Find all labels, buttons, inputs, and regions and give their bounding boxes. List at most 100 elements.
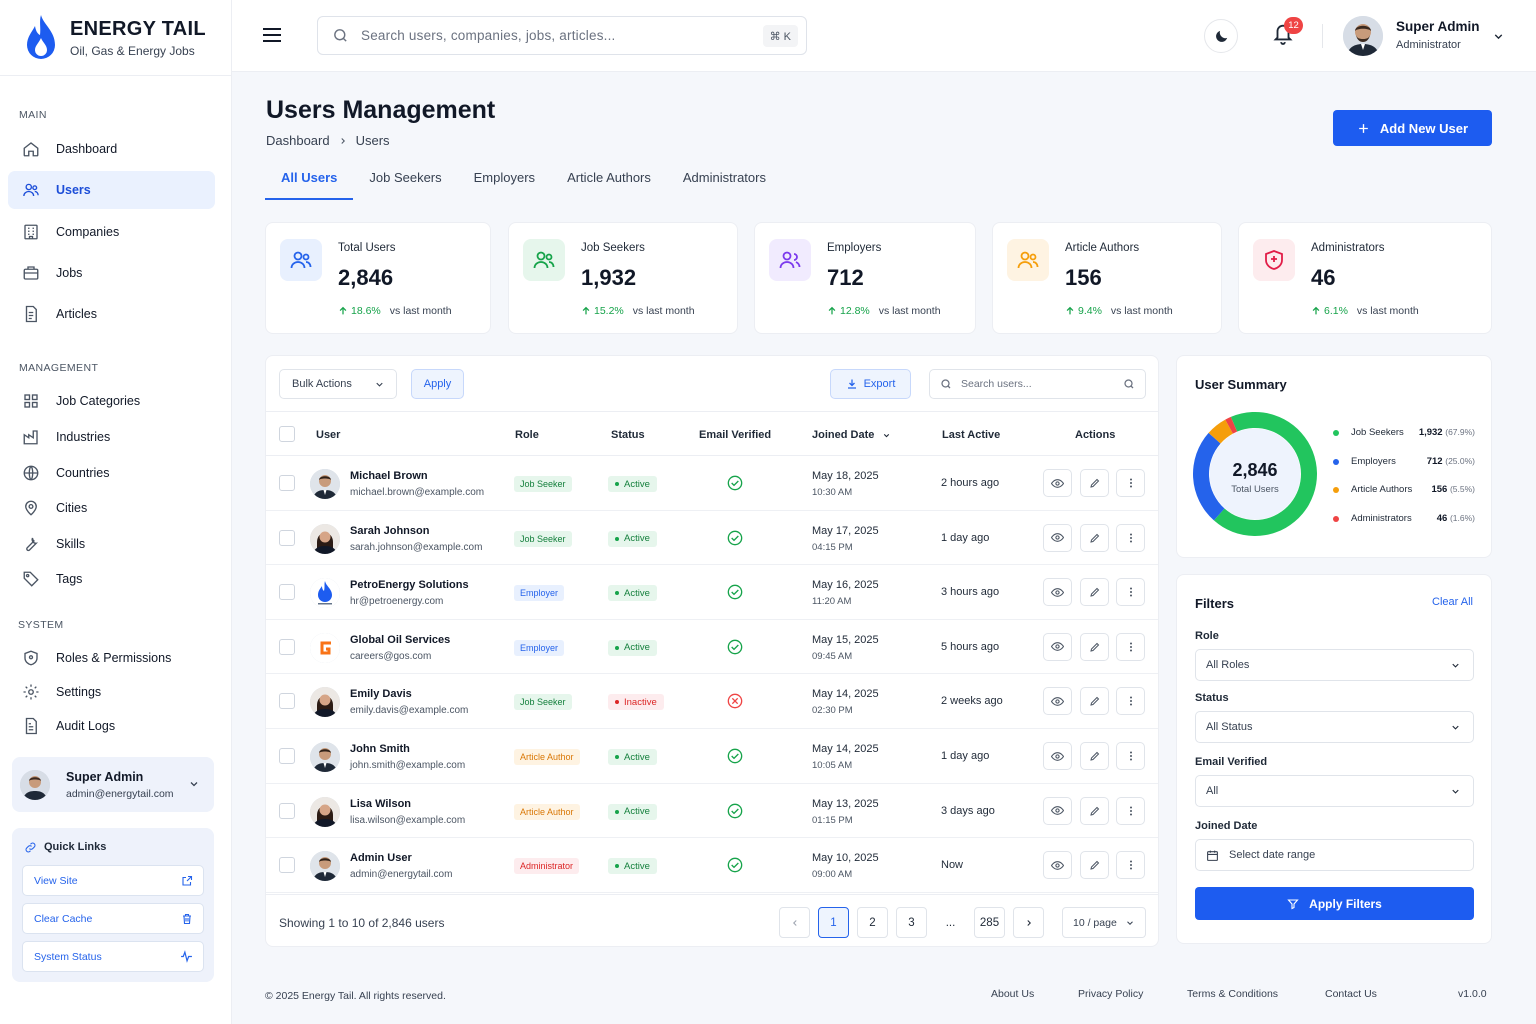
system-status-button[interactable]: System Status — [22, 941, 204, 972]
table-search-input[interactable]: Search users... — [929, 369, 1146, 399]
view-button[interactable] — [1043, 469, 1072, 497]
search-input[interactable]: Search users, companies, jobs, articles.… — [361, 28, 616, 43]
more-button[interactable] — [1116, 687, 1145, 716]
brand[interactable]: ENERGY TAIL Oil, Gas & Energy Jobs — [0, 0, 231, 76]
per-page-select[interactable]: 10 / page — [1062, 907, 1146, 938]
more-button[interactable] — [1116, 469, 1145, 497]
col-email-verified[interactable]: Email Verified — [699, 429, 771, 441]
more-button[interactable] — [1116, 578, 1145, 607]
user-name[interactable]: Lisa Wilson — [350, 798, 411, 810]
select-all-checkbox[interactable] — [279, 426, 295, 442]
row-checkbox[interactable] — [279, 857, 295, 874]
edit-button[interactable] — [1080, 632, 1109, 661]
view-button[interactable] — [1043, 687, 1072, 716]
page-3-button[interactable]: 3 — [896, 907, 927, 938]
export-button[interactable]: Export — [830, 369, 911, 399]
more-button[interactable] — [1116, 742, 1145, 770]
edit-button[interactable] — [1080, 742, 1109, 770]
row-checkbox[interactable] — [279, 693, 295, 710]
tab-all-users[interactable]: All Users — [265, 162, 354, 200]
user-name[interactable]: Global Oil Services — [350, 634, 450, 646]
row-checkbox[interactable] — [279, 802, 295, 819]
footer-link-terms[interactable]: Terms & Conditions — [1187, 988, 1278, 1000]
clear-cache-button[interactable]: Clear Cache — [22, 903, 204, 934]
user-name[interactable]: Emily Davis — [350, 688, 412, 700]
breadcrumb-dashboard[interactable]: Dashboard — [266, 133, 330, 148]
menu-icon[interactable] — [262, 26, 282, 44]
view-button[interactable] — [1043, 851, 1072, 880]
role-filter-select[interactable]: All Roles — [1195, 649, 1474, 681]
tab-employers[interactable]: Employers — [458, 162, 551, 200]
sidebar-item-countries[interactable]: Countries — [8, 454, 215, 492]
view-button[interactable] — [1043, 742, 1072, 770]
avatar[interactable] — [1343, 16, 1383, 56]
view-button[interactable] — [1043, 578, 1072, 607]
page-last-button[interactable]: 285 — [974, 907, 1005, 938]
row-checkbox[interactable] — [279, 638, 295, 655]
sidebar-item-jobs[interactable]: Jobs — [8, 254, 215, 292]
bulk-actions-select[interactable]: Bulk Actions — [279, 369, 397, 399]
sidebar-item-industries[interactable]: Industries — [8, 418, 215, 456]
view-site-button[interactable]: View Site — [22, 865, 204, 896]
footer-link-contact[interactable]: Contact Us — [1325, 988, 1377, 1000]
page-1-button[interactable]: 1 — [818, 907, 849, 938]
chevron-down-icon[interactable] — [1492, 30, 1505, 43]
user-name[interactable]: Admin User — [350, 852, 412, 864]
tab-article-authors[interactable]: Article Authors — [551, 162, 667, 200]
more-button[interactable] — [1116, 523, 1145, 552]
email-filter-select[interactable]: All — [1195, 775, 1474, 807]
sidebar-item-users[interactable]: Users — [8, 171, 215, 209]
date-range-input[interactable]: Select date range — [1195, 839, 1474, 871]
sidebar-item-roles-permissions[interactable]: Roles & Permissions — [8, 639, 215, 677]
more-button[interactable] — [1116, 632, 1145, 661]
sidebar-item-cities[interactable]: Cities — [8, 489, 215, 527]
status-filter-select[interactable]: All Status — [1195, 711, 1474, 743]
edit-button[interactable] — [1080, 469, 1109, 497]
chevron-down-icon[interactable] — [188, 778, 200, 790]
edit-button[interactable] — [1080, 796, 1109, 825]
clear-all-link[interactable]: Clear All — [1432, 596, 1473, 608]
apply-filters-button[interactable]: Apply Filters — [1195, 887, 1474, 920]
view-button[interactable] — [1043, 632, 1072, 661]
sidebar-item-settings[interactable]: Settings — [8, 673, 215, 711]
edit-button[interactable] — [1080, 851, 1109, 880]
row-checkbox[interactable] — [279, 748, 295, 764]
col-status[interactable]: Status — [611, 429, 645, 441]
user-name[interactable]: Michael Brown — [350, 470, 428, 482]
user-name[interactable]: Sarah Johnson — [350, 525, 429, 537]
user-name[interactable]: PetroEnergy Solutions — [350, 579, 469, 591]
more-button[interactable] — [1116, 796, 1145, 825]
sidebar-item-companies[interactable]: Companies — [8, 213, 215, 251]
col-role[interactable]: Role — [515, 429, 539, 441]
col-user[interactable]: User — [316, 429, 340, 441]
sidebar-item-articles[interactable]: Articles — [8, 295, 215, 333]
sidebar-item-audit-logs[interactable]: Audit Logs — [8, 707, 215, 745]
footer-link-about[interactable]: About Us — [991, 988, 1034, 1000]
view-button[interactable] — [1043, 523, 1072, 552]
user-name[interactable]: John Smith — [350, 743, 410, 755]
bulk-apply-button[interactable]: Apply — [411, 369, 464, 399]
global-search[interactable]: Search users, companies, jobs, articles.… — [317, 16, 807, 55]
row-checkbox[interactable] — [279, 529, 295, 546]
prev-page-button[interactable] — [779, 907, 810, 938]
sidebar-item-job-categories[interactable]: Job Categories — [8, 382, 215, 420]
col-last-active[interactable]: Last Active — [942, 429, 1000, 441]
edit-button[interactable] — [1080, 578, 1109, 607]
edit-button[interactable] — [1080, 687, 1109, 716]
tab-job-seekers[interactable]: Job Seekers — [353, 162, 457, 200]
view-button[interactable] — [1043, 796, 1072, 825]
theme-toggle-button[interactable] — [1204, 19, 1238, 53]
next-page-button[interactable] — [1013, 907, 1044, 938]
footer-link-privacy[interactable]: Privacy Policy — [1078, 988, 1143, 1000]
row-checkbox[interactable] — [279, 475, 295, 491]
sidebar-user-card[interactable]: Super Admin admin@energytail.com — [12, 757, 214, 812]
sidebar-item-skills[interactable]: Skills — [8, 525, 215, 563]
page-2-button[interactable]: 2 — [857, 907, 888, 938]
sidebar-item-dashboard[interactable]: Dashboard — [8, 130, 215, 168]
sidebar-item-tags[interactable]: Tags — [8, 560, 215, 598]
top-user-info[interactable]: Super Admin Administrator — [1396, 19, 1480, 51]
col-joined-date[interactable]: Joined Date — [812, 429, 891, 441]
tab-administrators[interactable]: Administrators — [667, 162, 782, 200]
search-icon[interactable] — [1123, 378, 1135, 390]
edit-button[interactable] — [1080, 523, 1109, 552]
